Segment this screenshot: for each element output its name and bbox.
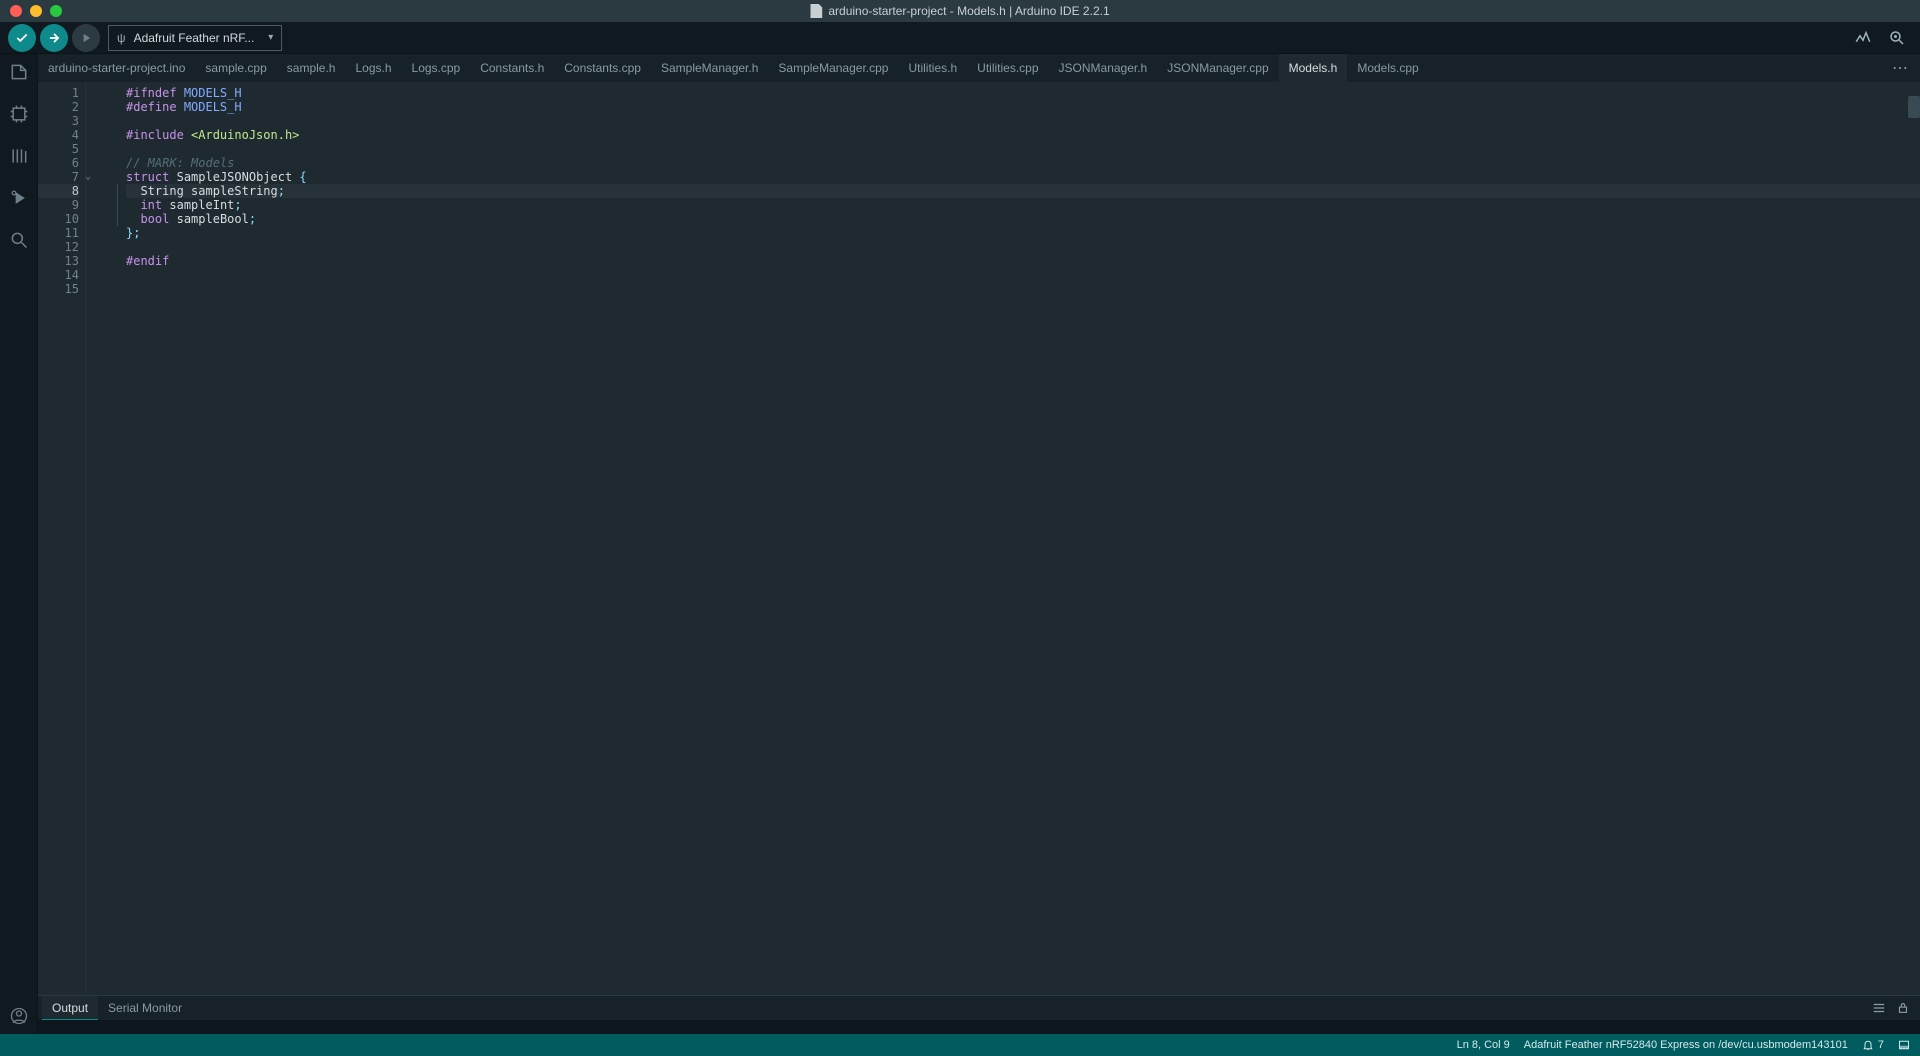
code-line[interactable] — [126, 114, 1920, 128]
toolbar: ψ Adafruit Feather nRF... ▾ — [0, 22, 1920, 54]
window-title: arduino-starter-project - Models.h | Ard… — [828, 4, 1109, 18]
line-number: 10 — [38, 212, 79, 226]
plotter-icon — [1854, 29, 1872, 47]
window-minimize-button[interactable] — [30, 5, 42, 17]
debug-icon[interactable] — [7, 186, 31, 210]
line-number: 15 — [38, 282, 79, 296]
line-number: 11 — [38, 226, 79, 240]
panel-tab[interactable]: Serial Monitor — [98, 996, 192, 1020]
editor-tab[interactable]: SampleManager.cpp — [768, 54, 898, 82]
line-number: 8 — [38, 184, 79, 198]
upload-button[interactable] — [40, 24, 68, 52]
code-line[interactable]: String sampleString; — [126, 184, 1920, 198]
status-bar: Ln 8, Col 9 Adafruit Feather nRF52840 Ex… — [0, 1034, 1920, 1056]
code-line[interactable]: #include <ArduinoJson.h> — [126, 128, 1920, 142]
status-close-panel[interactable] — [1898, 1039, 1910, 1051]
window-maximize-button[interactable] — [50, 5, 62, 17]
code-line[interactable]: #endif — [126, 254, 1920, 268]
editor-tabs: arduino-starter-project.inosample.cppsam… — [38, 54, 1920, 82]
code-line[interactable]: struct SampleJSONObject { — [126, 170, 1920, 184]
line-number: 4 — [38, 128, 79, 142]
bell-icon — [1862, 1039, 1874, 1051]
panel-options-icon[interactable] — [1872, 1001, 1886, 1015]
line-number: 12 — [38, 240, 79, 254]
editor-tab[interactable]: sample.cpp — [195, 54, 276, 82]
check-icon — [15, 31, 29, 45]
board-selector[interactable]: ψ Adafruit Feather nRF... ▾ — [108, 25, 282, 51]
serial-monitor-button[interactable] — [1882, 25, 1912, 51]
line-number: 1 — [38, 86, 79, 100]
verify-button[interactable] — [8, 24, 36, 52]
editor-tab[interactable]: Models.h — [1279, 54, 1348, 82]
editor-tab[interactable]: Constants.h — [470, 54, 554, 82]
sketchbook-icon[interactable] — [7, 60, 31, 84]
code-line[interactable]: bool sampleBool; — [126, 212, 1920, 226]
line-number: 7⌄ — [38, 170, 79, 184]
code-editor[interactable]: 1234567⌄89101112131415 #ifndef MODELS_H#… — [38, 82, 1920, 995]
editor-tab[interactable]: JSONManager.cpp — [1157, 54, 1278, 82]
code-line[interactable]: int sampleInt; — [126, 198, 1920, 212]
serial-plotter-button[interactable] — [1848, 25, 1878, 51]
editor-tab[interactable]: Constants.cpp — [554, 54, 651, 82]
code-line[interactable] — [126, 142, 1920, 156]
account-icon[interactable] — [7, 1004, 31, 1028]
library-manager-icon[interactable] — [7, 144, 31, 168]
board-selector-label: Adafruit Feather nRF... — [134, 31, 255, 45]
output-body[interactable] — [38, 1020, 1920, 1034]
line-number: 2 — [38, 100, 79, 114]
code-line[interactable] — [126, 240, 1920, 254]
code-line[interactable]: #define MODELS_H — [126, 100, 1920, 114]
panel-tab[interactable]: Output — [42, 996, 98, 1020]
line-number: 9 — [38, 198, 79, 212]
line-number: 13 — [38, 254, 79, 268]
bottom-panel: OutputSerial Monitor — [38, 995, 1920, 1034]
line-number: 6 — [38, 156, 79, 170]
boards-manager-icon[interactable] — [7, 102, 31, 126]
line-number: 14 — [38, 268, 79, 282]
panel-toggle-icon — [1898, 1039, 1910, 1051]
editor-tab[interactable]: Models.cpp — [1347, 54, 1428, 82]
play-debug-icon — [79, 31, 93, 45]
code-line[interactable] — [126, 282, 1920, 296]
status-board-port[interactable]: Adafruit Feather nRF52840 Express on /de… — [1524, 1039, 1848, 1051]
editor-tabs-more-button[interactable]: ⋯ — [1882, 54, 1920, 82]
debug-button[interactable] — [72, 24, 100, 52]
code-line[interactable]: // MARK: Models — [126, 156, 1920, 170]
status-cursor-position[interactable]: Ln 8, Col 9 — [1457, 1039, 1510, 1051]
activity-bar — [0, 54, 38, 1034]
editor-tab[interactable]: Logs.h — [345, 54, 401, 82]
editor-tab[interactable]: Utilities.h — [898, 54, 967, 82]
code-line[interactable] — [126, 268, 1920, 282]
magnifier-icon — [1888, 29, 1906, 47]
minimap-scroll-slab[interactable] — [1908, 96, 1920, 118]
editor-tab[interactable]: sample.h — [277, 54, 346, 82]
code-line[interactable]: #ifndef MODELS_H — [126, 86, 1920, 100]
line-number: 3 — [38, 114, 79, 128]
usb-icon: ψ — [117, 31, 126, 45]
chevron-down-icon: ▾ — [268, 32, 273, 43]
indent-guide — [117, 184, 118, 226]
status-notifications[interactable]: 7 — [1862, 1039, 1884, 1051]
line-number: 5 — [38, 142, 79, 156]
editor-tab[interactable]: Utilities.cpp — [967, 54, 1048, 82]
editor-tab[interactable]: SampleManager.h — [651, 54, 768, 82]
line-number-gutter: 1234567⌄89101112131415 — [38, 82, 86, 995]
title-bar: arduino-starter-project - Models.h | Ard… — [0, 0, 1920, 22]
search-icon[interactable] — [7, 228, 31, 252]
editor-tab[interactable]: arduino-starter-project.ino — [38, 54, 195, 82]
editor-tab[interactable]: JSONManager.h — [1049, 54, 1158, 82]
panel-lock-icon[interactable] — [1896, 1001, 1910, 1015]
file-icon — [810, 4, 822, 18]
arrow-right-icon — [47, 31, 61, 45]
window-close-button[interactable] — [10, 5, 22, 17]
code-line[interactable]: }; — [126, 226, 1920, 240]
editor-tab[interactable]: Logs.cpp — [402, 54, 471, 82]
